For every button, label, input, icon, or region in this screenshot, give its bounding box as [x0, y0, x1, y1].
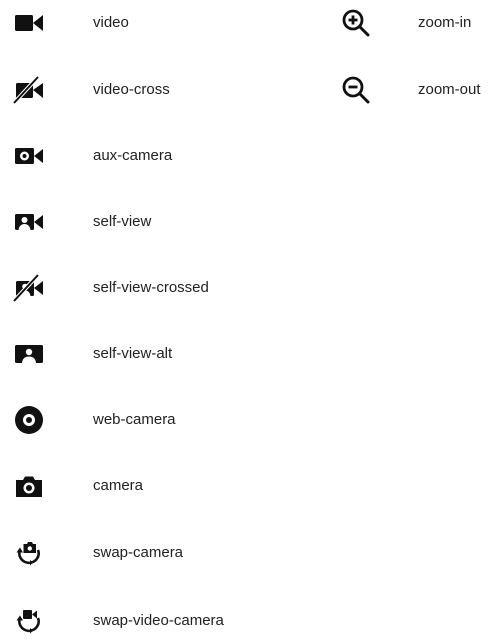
- self-view-icon: [13, 206, 45, 238]
- list-item-aux-camera: aux-camera: [0, 136, 330, 176]
- item-label: zoom-out: [418, 81, 481, 98]
- item-label: self-view-alt: [93, 345, 173, 362]
- item-label: camera: [93, 477, 144, 494]
- item-label: self-view-crossed: [93, 279, 209, 296]
- item-label: web-camera: [93, 411, 176, 428]
- list-item-zoom-out: zoom-out: [330, 70, 489, 110]
- zoom-in-icon: [340, 7, 372, 39]
- list-item-self-view-crossed: self-view-crossed: [0, 268, 330, 308]
- swap-camera-icon: [13, 537, 45, 569]
- video-icon: [13, 7, 45, 39]
- item-label: swap-camera: [93, 544, 184, 561]
- item-label: self-view: [93, 213, 152, 230]
- list-item-swap-camera: swap-camera: [0, 533, 330, 573]
- zoom-out-icon: [340, 74, 372, 106]
- list-item-camera: camera: [0, 466, 330, 506]
- item-label: video: [93, 14, 129, 31]
- list-item-self-view: self-view: [0, 202, 330, 242]
- camera-icon: [13, 470, 45, 502]
- self-view-crossed-icon: [13, 272, 45, 304]
- list-item-swap-video-camera: swap-video-camera: [0, 601, 330, 641]
- swap-video-camera-icon: [13, 605, 45, 637]
- item-label: zoom-in: [418, 14, 472, 31]
- video-cross-icon: [13, 74, 45, 106]
- list-item-video: video: [0, 3, 330, 43]
- list-item-self-view-alt: self-view-alt: [0, 334, 330, 374]
- list-item-web-camera: web-camera: [0, 400, 330, 440]
- list-item-zoom-in: zoom-in: [330, 3, 489, 43]
- item-label: video-cross: [93, 81, 170, 98]
- list-item-video-cross: video-cross: [0, 70, 330, 110]
- aux-camera-icon: [13, 140, 45, 172]
- item-label: aux-camera: [93, 147, 173, 164]
- web-camera-icon: [13, 404, 45, 436]
- item-label: swap-video-camera: [93, 612, 224, 629]
- self-view-alt-icon: [13, 338, 45, 370]
